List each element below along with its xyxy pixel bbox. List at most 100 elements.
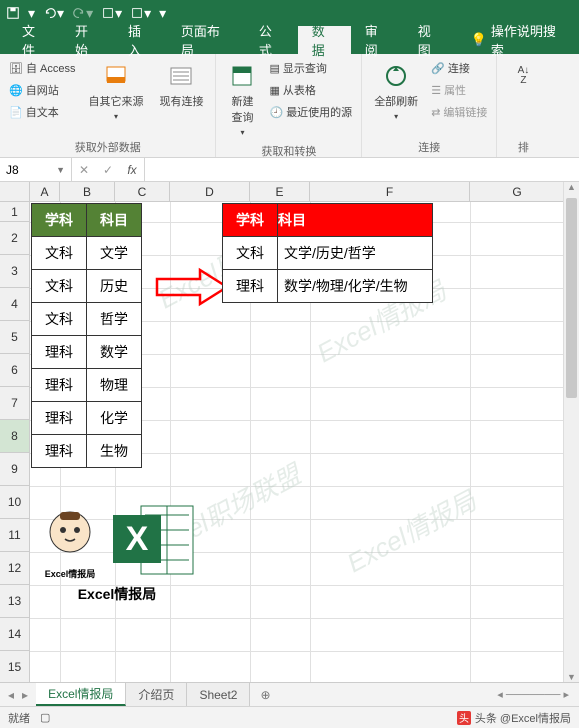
sort-az-icon: A↓Z bbox=[509, 62, 537, 90]
macro-record-icon[interactable]: ▢ bbox=[40, 711, 50, 724]
tab-home[interactable]: 开始 bbox=[61, 26, 114, 54]
from-other-button[interactable]: 自其它来源▾ bbox=[82, 58, 149, 125]
recent-sources-button[interactable]: 🕘最近使用的源 bbox=[266, 102, 355, 122]
cell[interactable]: 文学 bbox=[87, 237, 142, 270]
from-table-button[interactable]: ▦从表格 bbox=[266, 80, 355, 100]
connections-button[interactable]: 🔗连接 bbox=[428, 58, 490, 78]
save-icon[interactable] bbox=[6, 6, 20, 20]
cell[interactable]: 理科 bbox=[32, 369, 87, 402]
undo-icon[interactable]: ▾ bbox=[43, 5, 64, 22]
brand-caption: Excel情报局 bbox=[78, 584, 157, 604]
group-label-transform: 获取和转换 bbox=[222, 141, 355, 159]
tab-formula[interactable]: 公式 bbox=[245, 26, 298, 54]
new-query-button[interactable]: 新建 查询▾ bbox=[222, 58, 262, 141]
cell[interactable]: 理科 bbox=[32, 435, 87, 468]
formula-input[interactable] bbox=[145, 158, 579, 181]
cell[interactable]: 文科 bbox=[223, 237, 278, 270]
worksheet-grid[interactable]: ABCDEFG 123456789101112131415 Excel职场联盟 … bbox=[0, 182, 579, 702]
cell[interactable]: 数学/物理/化学/生物 bbox=[278, 270, 433, 303]
properties-button[interactable]: ☰属性 bbox=[428, 80, 490, 100]
row-header[interactable]: 2 bbox=[0, 222, 30, 255]
fx-icon[interactable]: fx bbox=[120, 163, 144, 177]
cancel-formula-icon[interactable]: ✕ bbox=[72, 163, 96, 177]
tab-insert[interactable]: 插入 bbox=[114, 26, 167, 54]
tab-view[interactable]: 视图 bbox=[404, 26, 457, 54]
name-box[interactable]: J8 ▼ bbox=[0, 158, 72, 181]
row-header[interactable]: 8 bbox=[0, 420, 30, 453]
from-other-label: 自其它来源 bbox=[88, 93, 143, 109]
from-text-button[interactable]: 📄自文本 bbox=[6, 102, 78, 122]
excel-logo-icon: X bbox=[111, 500, 199, 580]
cell[interactable]: 理科 bbox=[32, 336, 87, 369]
edit-links-button[interactable]: ⇄编辑链接 bbox=[428, 102, 490, 122]
cell[interactable]: 化学 bbox=[87, 402, 142, 435]
sheet-prev-icon[interactable]: ◂ bbox=[8, 688, 14, 702]
cell[interactable]: 文科 bbox=[32, 270, 87, 303]
accept-formula-icon[interactable]: ✓ bbox=[96, 163, 120, 177]
show-queries-button[interactable]: ▤显示查询 bbox=[266, 58, 355, 78]
cell[interactable]: 理科 bbox=[32, 402, 87, 435]
row-header[interactable]: 13 bbox=[0, 585, 30, 618]
connections-label: 连接 bbox=[448, 60, 470, 76]
col-header[interactable]: C bbox=[115, 182, 170, 202]
tab-file[interactable]: 文件 bbox=[8, 26, 61, 54]
toutiao-icon: 头 bbox=[457, 711, 471, 725]
cell[interactable]: 理科 bbox=[223, 270, 278, 303]
row-header[interactable]: 3 bbox=[0, 255, 30, 288]
from-access-button[interactable]: 🗄自 Access bbox=[6, 58, 78, 78]
tab-data[interactable]: 数据 bbox=[298, 26, 351, 54]
cell[interactable]: 文科 bbox=[32, 237, 87, 270]
sheet-tab-1[interactable]: Excel情报局 bbox=[36, 683, 126, 706]
col-header[interactable]: D bbox=[170, 182, 250, 202]
tab-review[interactable]: 审阅 bbox=[351, 26, 404, 54]
row-header[interactable]: 5 bbox=[0, 321, 30, 354]
row-header[interactable]: 14 bbox=[0, 618, 30, 651]
sheet-nav[interactable]: ◂▸ bbox=[0, 683, 36, 706]
cell[interactable]: 生物 bbox=[87, 435, 142, 468]
name-box-dropdown-icon[interactable]: ▼ bbox=[56, 165, 65, 175]
refresh-all-button[interactable]: 全部刷新▾ bbox=[368, 58, 424, 125]
sheet-scroller[interactable]: ◂ ─────── ▸ bbox=[281, 683, 579, 706]
cell[interactable]: 文学/历史/哲学 bbox=[278, 237, 433, 270]
row-header[interactable]: 10 bbox=[0, 486, 30, 519]
sheet-tab-2[interactable]: 介绍页 bbox=[126, 683, 187, 706]
sheet-tab-3[interactable]: Sheet2 bbox=[187, 683, 250, 706]
from-text-label: 自文本 bbox=[26, 104, 59, 120]
vertical-scrollbar[interactable]: ▲ ▼ bbox=[563, 182, 579, 682]
col-header[interactable]: B bbox=[60, 182, 115, 202]
redo-icon[interactable]: ▾ bbox=[72, 5, 93, 22]
col-header[interactable]: A bbox=[30, 182, 60, 202]
from-web-button[interactable]: 🌐自网站 bbox=[6, 80, 78, 100]
tab-layout[interactable]: 页面布局 bbox=[167, 26, 245, 54]
col-header[interactable]: E bbox=[250, 182, 310, 202]
row-header[interactable]: 6 bbox=[0, 354, 30, 387]
cell[interactable]: 数学 bbox=[87, 336, 142, 369]
row-header[interactable]: 12 bbox=[0, 552, 30, 585]
row-header[interactable]: 11 bbox=[0, 519, 30, 552]
qat-button-icon[interactable]: ▾ bbox=[101, 5, 122, 22]
cell[interactable]: 物理 bbox=[87, 369, 142, 402]
qat-customize-icon[interactable]: ▾ bbox=[159, 5, 166, 22]
cell[interactable]: 历史 bbox=[87, 270, 142, 303]
row-header[interactable]: 9 bbox=[0, 453, 30, 486]
scroll-thumb[interactable] bbox=[566, 198, 577, 398]
qat-button2-icon[interactable]: ▾ bbox=[130, 5, 151, 22]
sort-az-button[interactable]: A↓Z bbox=[503, 58, 543, 94]
cell[interactable]: 哲学 bbox=[87, 303, 142, 336]
lightbulb-icon: 💡 bbox=[471, 32, 487, 48]
row-header[interactable]: 4 bbox=[0, 288, 30, 321]
row-header[interactable]: 7 bbox=[0, 387, 30, 420]
row-header[interactable]: 1 bbox=[0, 202, 30, 222]
tab-help[interactable]: 💡 操作说明搜索 bbox=[457, 26, 579, 54]
col-header[interactable]: G bbox=[470, 182, 565, 202]
qat-dropdown-icon[interactable]: ▾ bbox=[28, 5, 35, 22]
sheet-next-icon[interactable]: ▸ bbox=[22, 688, 28, 702]
properties-icon: ☰ bbox=[431, 84, 441, 97]
existing-conn-button[interactable]: 现有连接 bbox=[153, 58, 209, 113]
select-all-corner[interactable] bbox=[0, 182, 30, 202]
row-header[interactable]: 15 bbox=[0, 651, 30, 684]
watermark: Excel情报局 bbox=[340, 481, 482, 580]
cell[interactable]: 文科 bbox=[32, 303, 87, 336]
col-header[interactable]: F bbox=[310, 182, 470, 202]
add-sheet-button[interactable]: ⊕ bbox=[250, 683, 280, 706]
